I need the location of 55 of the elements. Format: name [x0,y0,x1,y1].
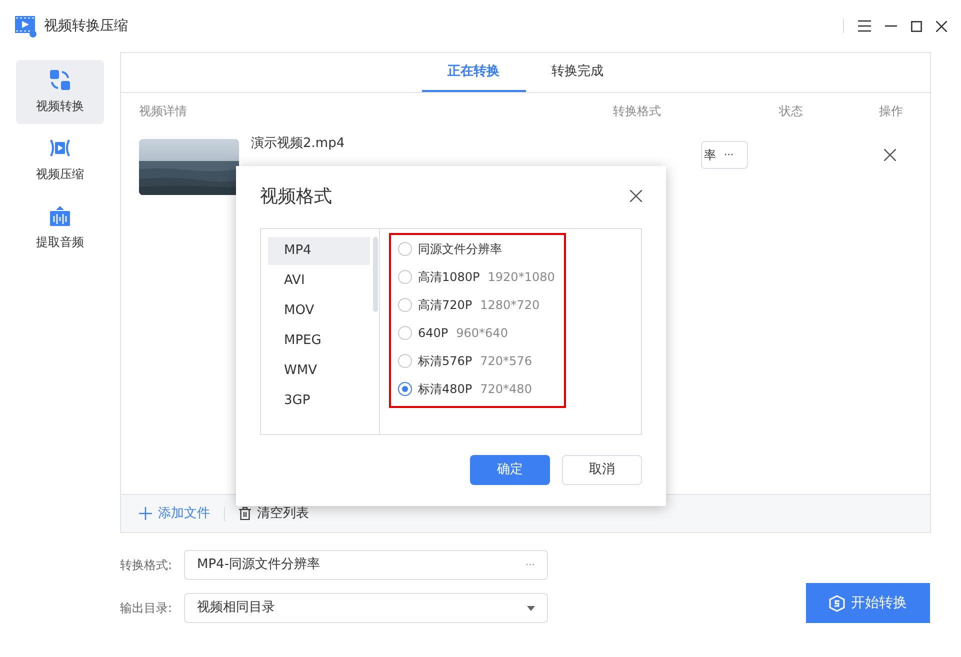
play-icon [49,137,71,159]
file-name: 演示视频2.mp4 [251,137,346,151]
resolution-option[interactable]: 标清480P 720*480 [398,375,564,403]
resolution-option[interactable]: 640P 960*640 [398,319,564,347]
column-header: 状态 [779,103,804,120]
menu-icon[interactable] [858,20,871,32]
shield-icon [829,594,845,612]
resolution-option[interactable]: 标清576P 720*576 [398,347,564,375]
radio-button[interactable] [398,326,412,340]
resolution-option[interactable]: 高清1080P 1920*1080 [398,263,564,291]
ok-button[interactable]: 确定 [470,455,550,485]
app-logo-icon [14,14,38,38]
close-icon[interactable] [936,20,947,32]
format-label: 转换格式: [120,557,174,574]
sidebar-item[interactable]: 视频转换 [16,60,104,124]
add-file-button[interactable]: 添加文件 [139,504,210,524]
resolution-option[interactable]: 高清720P 1280*720 [398,291,564,319]
format-item[interactable]: AVI [268,267,370,295]
format-value: 率 [704,147,716,164]
start-button[interactable]: 开始转换 [806,583,930,623]
clear-list-button[interactable]: 清空列表 [239,504,309,524]
sidebar-item[interactable]: 视频压缩 [16,128,104,192]
scrollbar[interactable] [373,237,378,312]
radio-button[interactable] [398,298,412,312]
close-icon[interactable] [884,149,896,161]
maximize-icon[interactable] [911,20,922,32]
cancel-button[interactable]: 取消 [562,455,642,485]
more-button[interactable]: ··· [724,148,734,162]
convert-icon [49,69,71,91]
caret-icon [527,606,535,610]
format-item[interactable]: WMV [268,357,370,385]
tab[interactable]: 正在转换 [422,53,526,92]
tab[interactable]: 转换完成 [526,53,630,92]
radio-button[interactable] [398,242,412,256]
format-item[interactable]: 3GP [268,387,370,415]
resolution-option[interactable]: 同源文件分辨率 [398,235,564,263]
output-dropdown[interactable]: 视频相同目录 [184,593,548,623]
radio-button[interactable] [398,270,412,284]
trash-icon [239,507,251,520]
close-icon[interactable] [630,190,642,202]
column-header: 操作 [879,103,903,120]
radio-button[interactable] [398,382,412,396]
plus-icon [139,507,152,520]
audio-icon [49,205,71,227]
sidebar-item[interactable]: 提取音频 [16,196,104,260]
dialog-title: 视频格式 [260,184,332,208]
window-title: 视频转换压缩 [44,16,128,36]
format-item[interactable]: MP4 [268,237,370,265]
column-header: 转换格式 [613,103,662,120]
format-item[interactable]: MOV [268,297,370,325]
radio-button[interactable] [398,354,412,368]
column-header: 视频详情 [139,103,188,120]
format-item[interactable]: MPEG [268,327,370,355]
output-label: 输出目录: [120,600,174,617]
format-field[interactable]: MP4-同源文件分辨率 ··· [184,550,548,580]
